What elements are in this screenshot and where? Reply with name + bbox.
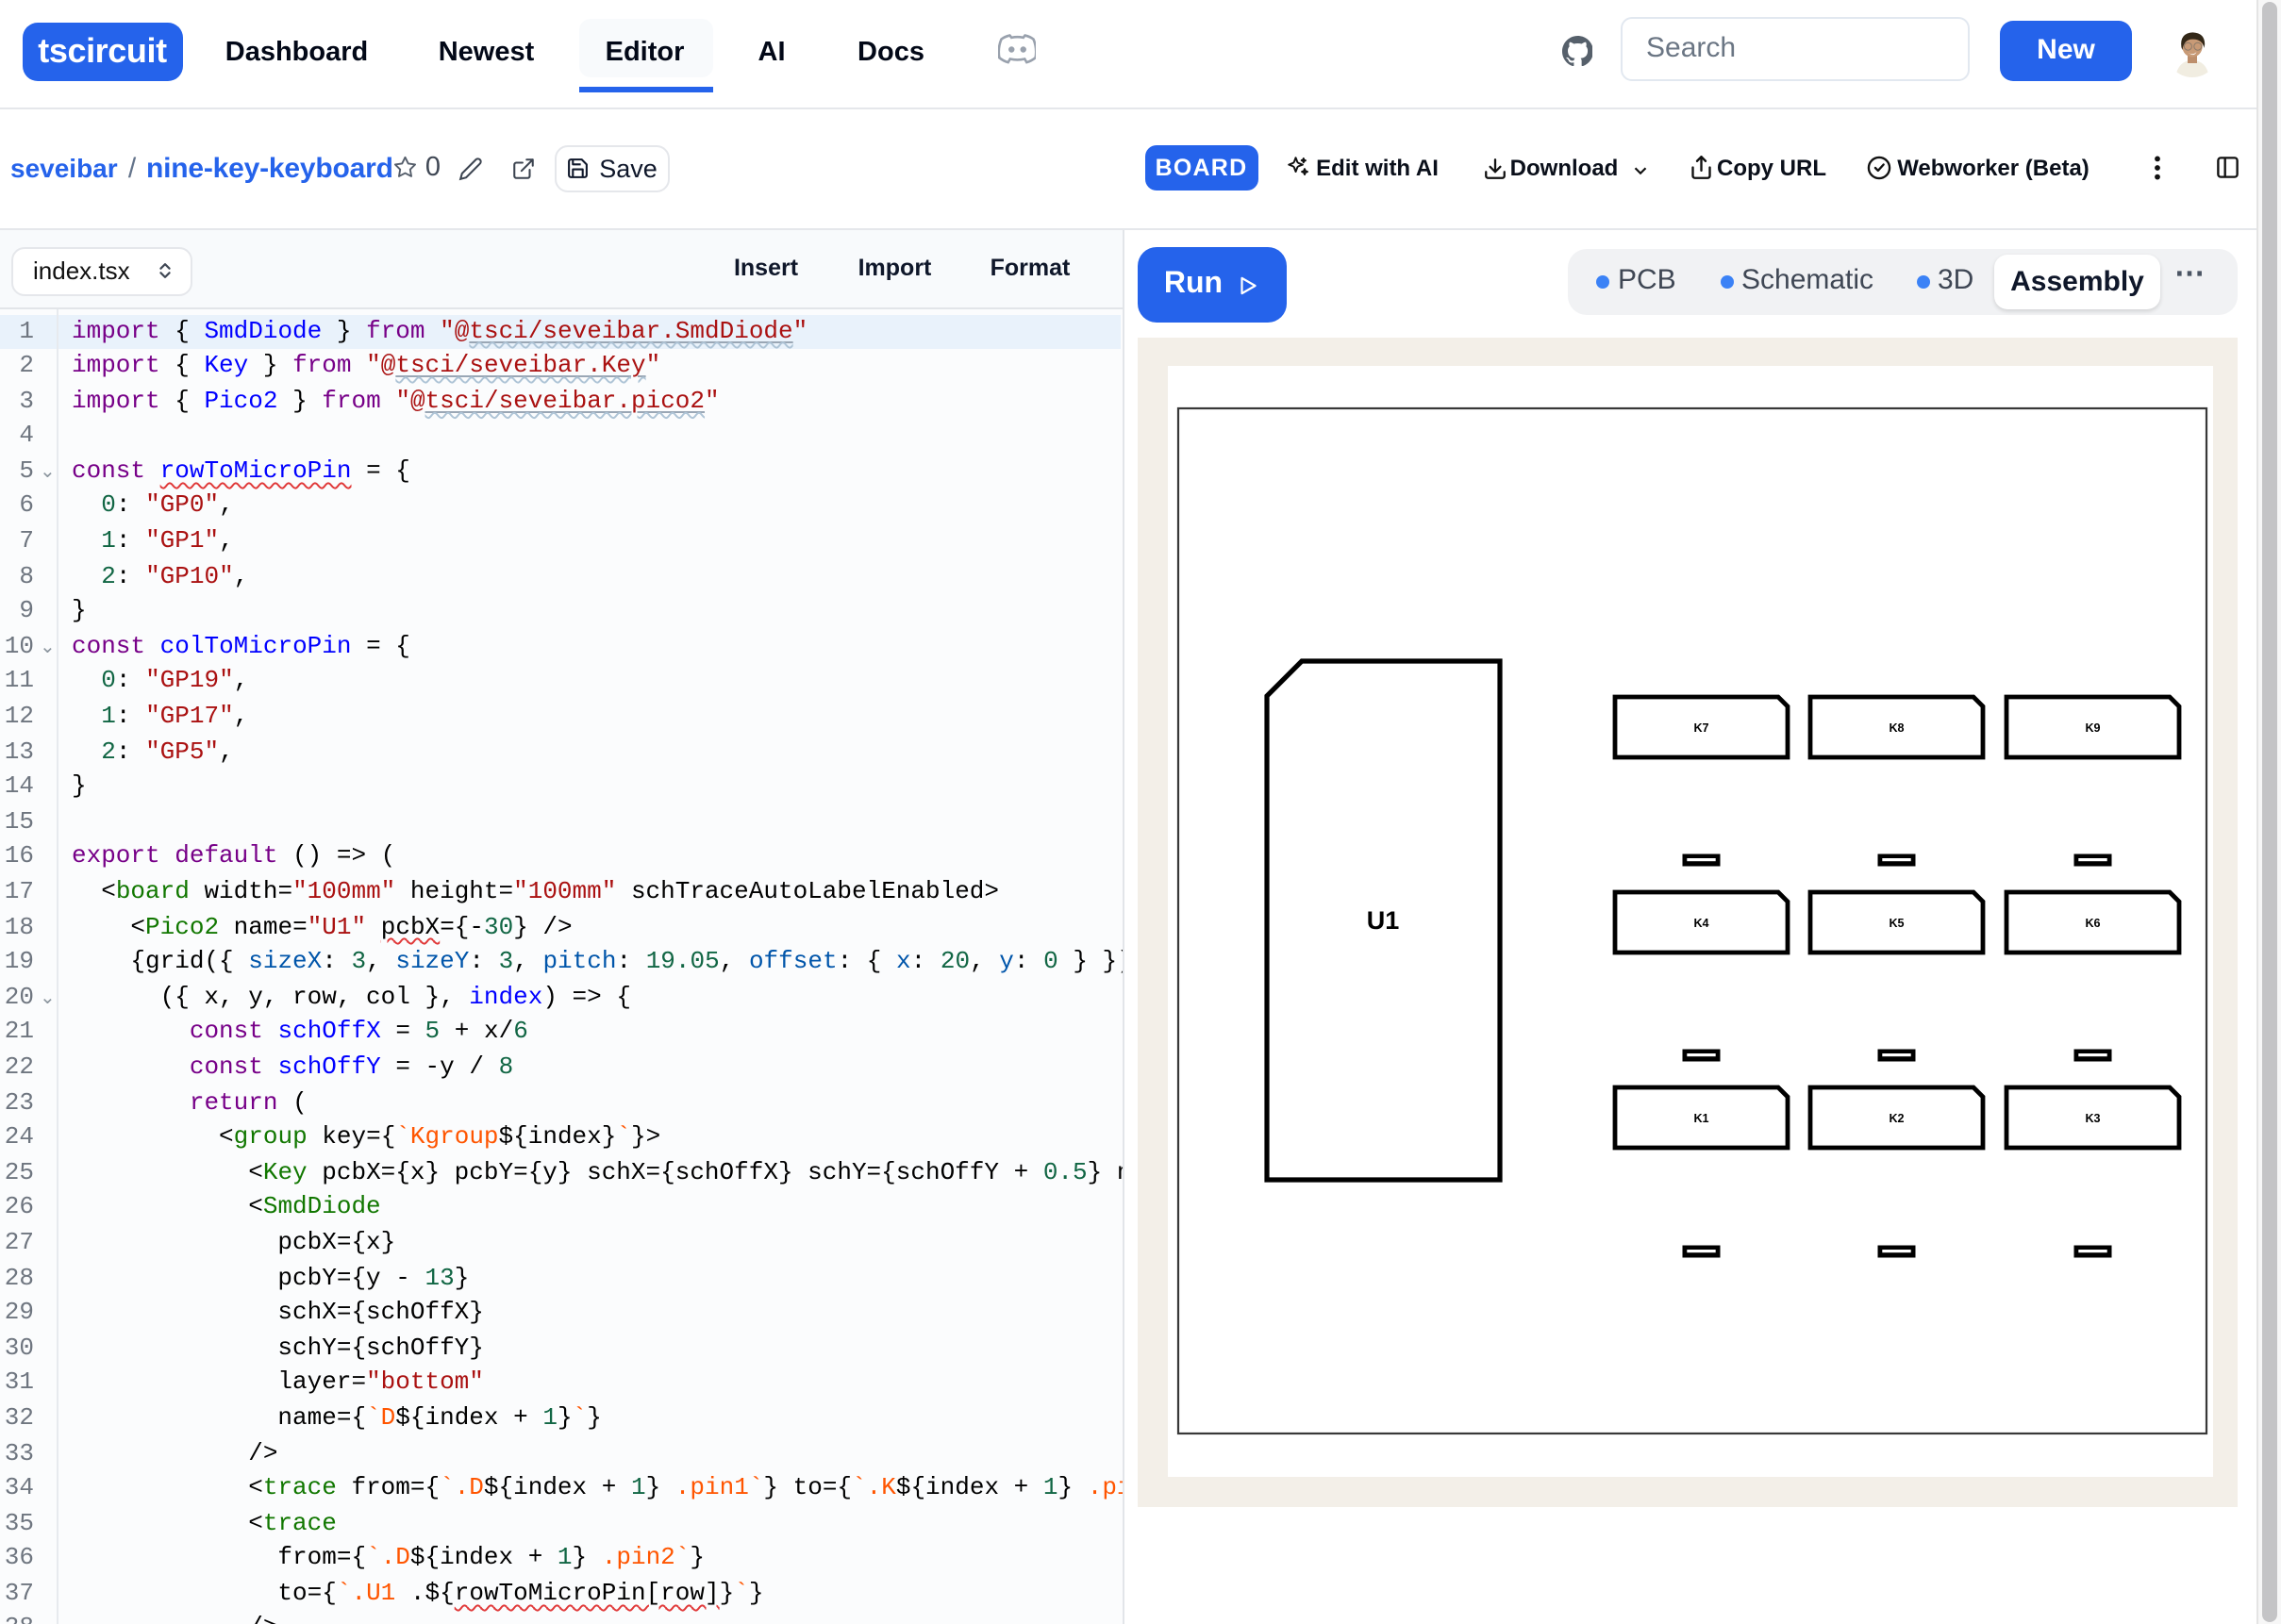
svg-text:U1: U1 xyxy=(1367,906,1400,935)
svg-text:K7: K7 xyxy=(1693,721,1708,735)
svg-text:K4: K4 xyxy=(1693,917,1708,930)
svg-text:K8: K8 xyxy=(1889,721,1904,735)
svg-text:K1: K1 xyxy=(1693,1112,1708,1125)
svg-text:K2: K2 xyxy=(1889,1112,1904,1125)
svg-text:K6: K6 xyxy=(2085,917,2100,930)
svg-text:K5: K5 xyxy=(1889,917,1904,930)
svg-text:K3: K3 xyxy=(2085,1112,2100,1125)
svg-text:K9: K9 xyxy=(2085,721,2100,735)
